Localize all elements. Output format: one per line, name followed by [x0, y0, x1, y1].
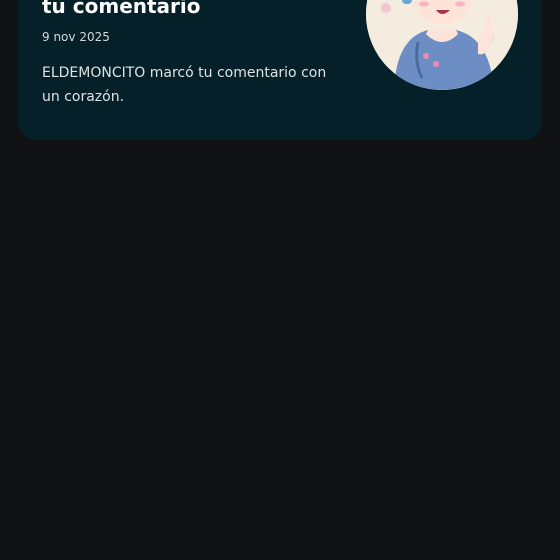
notification-card[interactable]: tu comentario 9 nov 2025 ELDEMONCITO mar… [18, 0, 542, 140]
screen: tu comentario 9 nov 2025 ELDEMONCITO mar… [0, 0, 560, 560]
notification-message: ELDEMONCITO marcó tu comentario con un c… [42, 65, 327, 105]
notification-date: 9 nov 2025 [42, 30, 110, 44]
user-avatar[interactable] [366, 0, 518, 90]
notification-title: tu comentario [42, 0, 201, 18]
avatar-illustration [366, 0, 518, 90]
